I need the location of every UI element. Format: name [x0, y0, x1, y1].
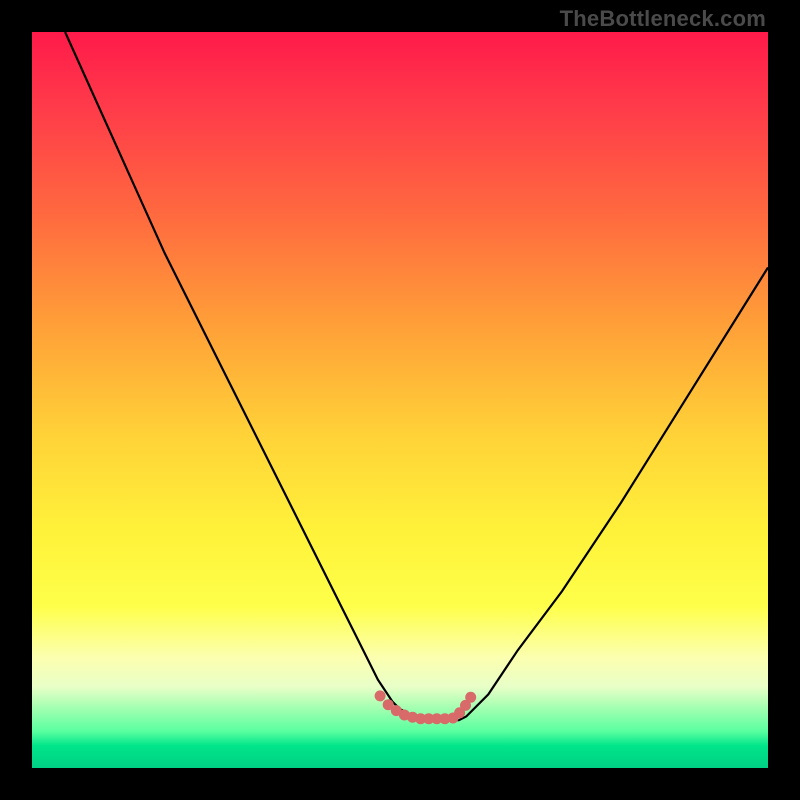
chart-frame: TheBottleneck.com: [0, 0, 800, 800]
dot: [375, 690, 386, 701]
watermark-text: TheBottleneck.com: [560, 6, 766, 32]
chart-svg: [32, 32, 768, 768]
plot-area: [32, 32, 768, 768]
dot: [465, 692, 476, 703]
curve-line: [65, 32, 768, 720]
